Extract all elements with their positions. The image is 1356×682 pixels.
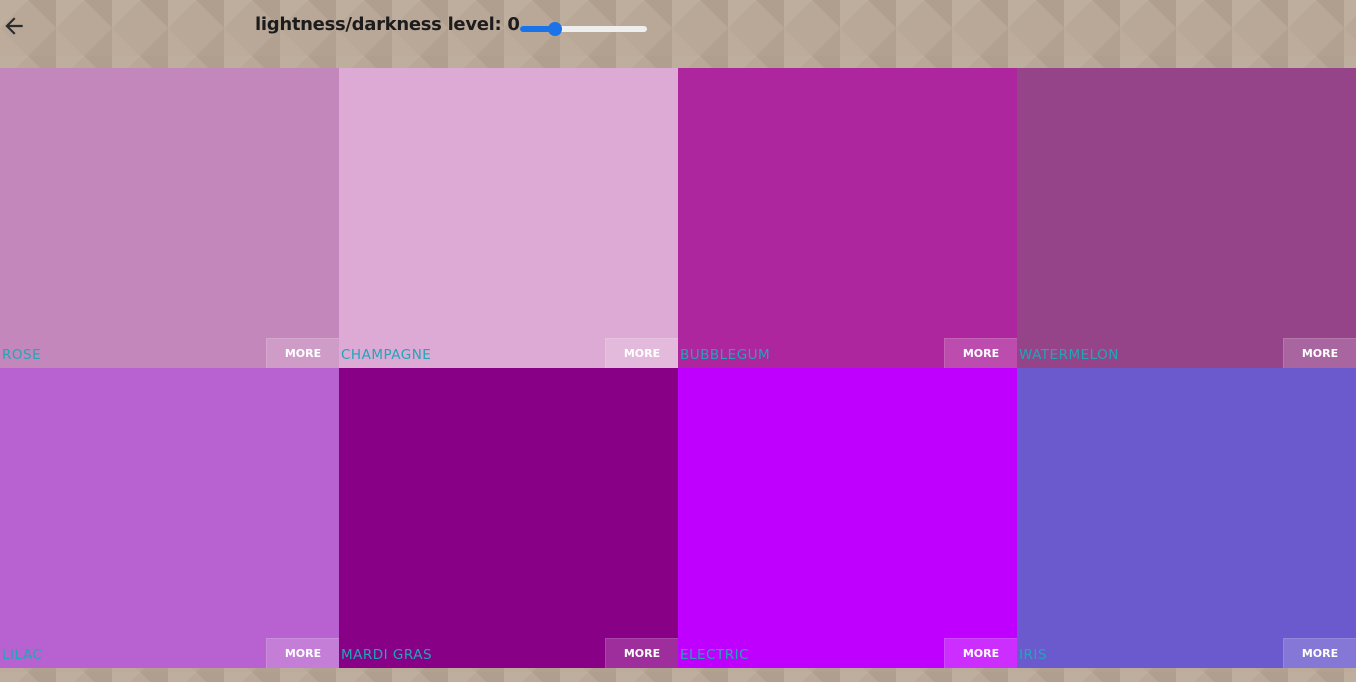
color-name: LILAC bbox=[2, 647, 43, 663]
color-swatch: IRIS MORE bbox=[1017, 368, 1356, 668]
color-grid: ROSE MORE CHAMPAGNE MORE BUBBLEGUM MORE … bbox=[0, 68, 1356, 668]
more-button[interactable]: MORE bbox=[266, 638, 339, 668]
top-bar: lightness/darkness level: 0 bbox=[0, 0, 1356, 68]
more-button[interactable]: MORE bbox=[1283, 638, 1356, 668]
arrow-left-icon[interactable] bbox=[1, 13, 27, 39]
slider-track bbox=[520, 26, 647, 32]
more-button[interactable]: MORE bbox=[266, 338, 339, 368]
color-name: WATERMELON bbox=[1019, 347, 1119, 363]
color-name: IRIS bbox=[1019, 647, 1047, 663]
color-name: ELECTRIC bbox=[680, 647, 750, 663]
color-swatch: BUBBLEGUM MORE bbox=[678, 68, 1017, 368]
color-name: CHAMPAGNE bbox=[341, 347, 432, 363]
color-swatch: CHAMPAGNE MORE bbox=[339, 68, 678, 368]
level-label: lightness/darkness level: 0 bbox=[255, 14, 520, 35]
color-swatch: MARDI GRAS MORE bbox=[339, 368, 678, 668]
color-name: ROSE bbox=[2, 347, 42, 363]
color-swatch: WATERMELON MORE bbox=[1017, 68, 1356, 368]
level-slider[interactable] bbox=[520, 21, 647, 37]
more-button[interactable]: MORE bbox=[605, 338, 678, 368]
more-button[interactable]: MORE bbox=[1283, 338, 1356, 368]
color-swatch: ROSE MORE bbox=[0, 68, 339, 368]
slider-thumb[interactable] bbox=[547, 22, 562, 36]
color-swatch: ELECTRIC MORE bbox=[678, 368, 1017, 668]
color-name: MARDI GRAS bbox=[341, 647, 433, 663]
more-button[interactable]: MORE bbox=[944, 338, 1017, 368]
color-swatch: LILAC MORE bbox=[0, 368, 339, 668]
more-button[interactable]: MORE bbox=[605, 638, 678, 668]
more-button[interactable]: MORE bbox=[944, 638, 1017, 668]
color-name: BUBBLEGUM bbox=[680, 347, 771, 363]
